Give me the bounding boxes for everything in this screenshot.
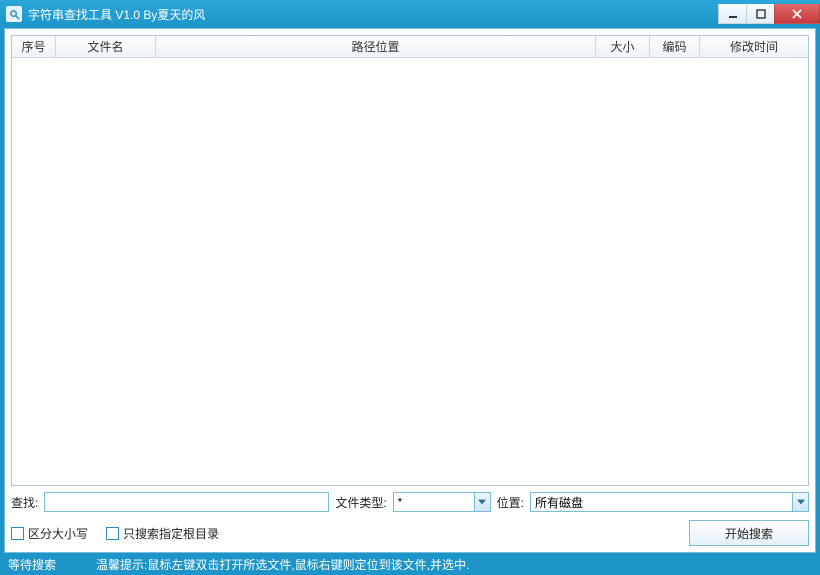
root-only-checkbox[interactable]: 只搜索指定根目录 — [106, 525, 219, 542]
status-hint: 温馨提示:鼠标左键双击打开所选文件,鼠标右键则定位到该文件,并选中. — [96, 556, 812, 573]
case-sensitive-label: 区分大小写 — [28, 525, 88, 542]
titlebar[interactable]: 字符串查找工具 V1.0 By夏天的风 — [0, 0, 820, 28]
app-window: 字符串查找工具 V1.0 By夏天的风 序号 文件名 路径位置 大小 编码 修改… — [0, 0, 820, 575]
col-encoding[interactable]: 编码 — [650, 36, 700, 57]
col-seq[interactable]: 序号 — [12, 36, 56, 57]
location-value: 所有磁盘 — [531, 494, 792, 511]
search-input[interactable] — [44, 492, 329, 512]
location-dropdown-button[interactable] — [792, 493, 808, 511]
search-label: 查找: — [11, 494, 38, 511]
filetype-value: * — [394, 495, 474, 509]
filetype-combo[interactable]: * — [393, 492, 491, 512]
start-search-button[interactable]: 开始搜索 — [689, 520, 809, 546]
statusbar: 等待搜索 温馨提示:鼠标左键双击打开所选文件,鼠标右键则定位到该文件,并选中. — [0, 553, 820, 575]
col-size[interactable]: 大小 — [596, 36, 650, 57]
status-text: 等待搜索 — [8, 556, 56, 573]
checkbox-box-icon — [11, 527, 24, 540]
controls-row-2: 区分大小写 只搜索指定根目录 开始搜索 — [11, 520, 809, 546]
location-label: 位置: — [497, 494, 524, 511]
filetype-label: 文件类型: — [335, 494, 386, 511]
table-body[interactable] — [12, 58, 808, 485]
root-only-label: 只搜索指定根目录 — [123, 525, 219, 542]
col-filename[interactable]: 文件名 — [56, 36, 156, 57]
col-path[interactable]: 路径位置 — [156, 36, 596, 57]
maximize-button[interactable] — [746, 4, 774, 24]
col-mtime[interactable]: 修改时间 — [700, 36, 808, 57]
close-button[interactable] — [774, 4, 820, 24]
filetype-dropdown-button[interactable] — [474, 493, 490, 511]
case-sensitive-checkbox[interactable]: 区分大小写 — [11, 525, 88, 542]
results-table[interactable]: 序号 文件名 路径位置 大小 编码 修改时间 — [11, 35, 809, 486]
window-title: 字符串查找工具 V1.0 By夏天的风 — [28, 6, 205, 23]
table-header-row: 序号 文件名 路径位置 大小 编码 修改时间 — [12, 36, 808, 58]
minimize-button[interactable] — [718, 4, 746, 24]
checkbox-box-icon — [106, 527, 119, 540]
app-icon — [6, 6, 22, 22]
content-panel: 序号 文件名 路径位置 大小 编码 修改时间 查找: 文件类型: * 位置: 所… — [4, 28, 816, 553]
controls-row-1: 查找: 文件类型: * 位置: 所有磁盘 — [11, 492, 809, 512]
location-combo[interactable]: 所有磁盘 — [530, 492, 809, 512]
